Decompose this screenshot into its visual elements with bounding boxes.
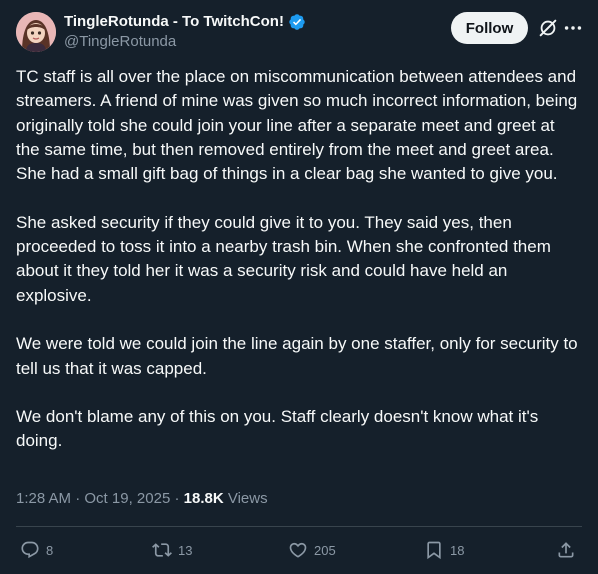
bookmark-count: 18 <box>450 542 465 558</box>
avatar[interactable] <box>16 12 56 52</box>
meta-separator: · <box>71 490 85 507</box>
repost-button[interactable]: 13 <box>152 539 192 561</box>
repost-icon <box>152 543 172 557</box>
like-button[interactable]: 205 <box>288 539 336 561</box>
tweet-paragraph: She asked security if they could give it… <box>16 212 551 305</box>
like-count: 205 <box>314 542 336 558</box>
bookmark-button[interactable]: 18 <box>424 539 464 561</box>
more-icon[interactable] <box>562 17 584 39</box>
avatar-image <box>16 12 56 52</box>
author-names: TingleRotunda - To TwitchCon! @TingleRot… <box>64 13 306 52</box>
heart-icon <box>289 542 307 558</box>
views-label: Views <box>227 490 268 507</box>
display-name-row[interactable]: TingleRotunda - To TwitchCon! <box>64 13 306 31</box>
repost-count: 13 <box>178 542 193 558</box>
bookmark-icon <box>427 541 441 560</box>
reply-icon <box>21 541 39 559</box>
views-count[interactable]: 18.8K <box>184 490 224 507</box>
tweet-paragraph: We were told we could join the line agai… <box>16 334 578 378</box>
tweet-metadata: 1:28 AM · Oct 19, 2025 · 18.8K Views <box>16 489 268 509</box>
tweet-date[interactable]: Oct 19, 2025 <box>84 490 170 507</box>
tweet-paragraph: TC staff is all over the place on miscom… <box>16 67 578 184</box>
reply-count: 8 <box>46 542 54 558</box>
reply-button[interactable]: 8 <box>20 539 53 561</box>
tweet-text: TC staff is all over the place on miscom… <box>16 65 582 454</box>
display-name[interactable]: TingleRotunda - To TwitchCon! <box>64 13 284 31</box>
follow-button[interactable]: Follow <box>451 12 528 44</box>
verified-badge-icon <box>289 14 305 30</box>
tweet-paragraph: We don't blame any of this on you. Staff… <box>16 407 539 451</box>
action-bar: 8 13 205 18 <box>0 527 598 574</box>
tweet-time[interactable]: 1:28 AM <box>16 490 71 507</box>
handle[interactable]: @TingleRotunda <box>64 32 306 52</box>
share-button[interactable] <box>556 539 576 561</box>
share-icon <box>558 542 574 558</box>
meta-separator: · <box>170 490 184 507</box>
tweet-header: TingleRotunda - To TwitchCon! @TingleRot… <box>0 0 598 64</box>
grok-icon[interactable] <box>537 17 559 39</box>
